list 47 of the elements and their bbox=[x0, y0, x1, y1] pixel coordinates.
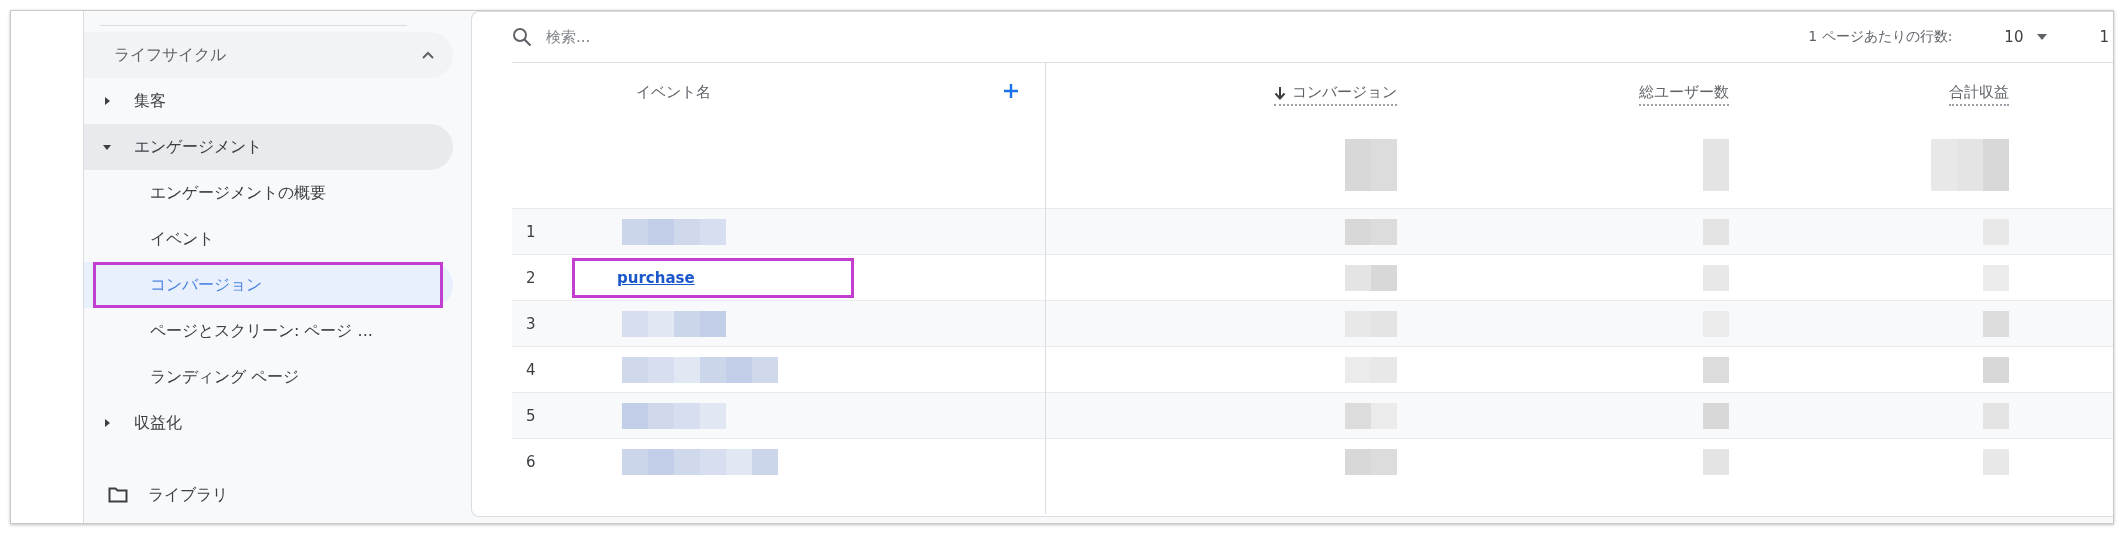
column-header[interactable]: イベント名 bbox=[636, 83, 711, 104]
blurred-value bbox=[1703, 356, 1729, 383]
caret-icon bbox=[102, 142, 112, 152]
chevron-up-icon bbox=[421, 50, 435, 60]
nav-group[interactable]: 集客 bbox=[84, 78, 453, 124]
nav-item[interactable]: エンゲージメントの概要 bbox=[84, 170, 453, 216]
nav-group[interactable]: エンゲージメント bbox=[84, 124, 453, 170]
row-number: 4 bbox=[526, 360, 537, 379]
blurred-value bbox=[1703, 139, 1729, 191]
search-field[interactable]: 検索... bbox=[544, 27, 848, 47]
blurred-value bbox=[1345, 402, 1397, 429]
caret-icon bbox=[102, 96, 112, 106]
blurred-value bbox=[1345, 264, 1397, 291]
page-number: 1 bbox=[2099, 28, 2109, 46]
row-number: 6 bbox=[526, 452, 537, 471]
library-link[interactable]: ライブラリ bbox=[148, 484, 228, 506]
nav-group-label: 集客 bbox=[134, 90, 166, 112]
blurred-value bbox=[1345, 448, 1397, 475]
column-header[interactable]: 総ユーザー数 bbox=[1639, 83, 1729, 106]
search-icon bbox=[512, 27, 532, 47]
nav-item[interactable]: ランディング ページ bbox=[84, 354, 453, 400]
blurred-value bbox=[1983, 310, 2009, 337]
rows-per-page-label: 1 ページあたりの行数: bbox=[1808, 28, 1953, 46]
folder-icon bbox=[108, 487, 128, 503]
nav-group[interactable]: 収益化 bbox=[84, 400, 453, 446]
blurred-value bbox=[1703, 448, 1729, 475]
section-header[interactable]: ライフサイクル bbox=[84, 32, 453, 78]
row-number: 3 bbox=[526, 314, 537, 333]
dropdown-arrow-icon bbox=[2037, 34, 2048, 40]
blurred-value bbox=[1345, 139, 1397, 191]
nav-group-label: エンゲージメント bbox=[134, 136, 262, 158]
blurred-value bbox=[1345, 218, 1397, 245]
rows-per-page-select[interactable]: 10 bbox=[2004, 28, 2048, 46]
row-number: 2 bbox=[526, 268, 537, 287]
blurred-value bbox=[1983, 356, 2009, 383]
event-link[interactable]: purchase bbox=[617, 268, 695, 287]
caret-icon bbox=[102, 418, 112, 428]
column-header[interactable]: 合計収益 bbox=[1949, 83, 2009, 106]
section-title: ライフサイクル bbox=[114, 44, 226, 66]
add-icon bbox=[1003, 83, 1019, 99]
blurred-value bbox=[1703, 402, 1729, 429]
row-number: 1 bbox=[526, 222, 537, 241]
column-header[interactable]: コンバージョン bbox=[1274, 83, 1397, 106]
nav-item[interactable]: ページとスクリーン: ページ ... bbox=[84, 308, 453, 354]
nav-group-label: 収益化 bbox=[134, 412, 182, 434]
row-number: 5 bbox=[526, 406, 537, 425]
nav-item[interactable]: イベント bbox=[84, 216, 453, 262]
